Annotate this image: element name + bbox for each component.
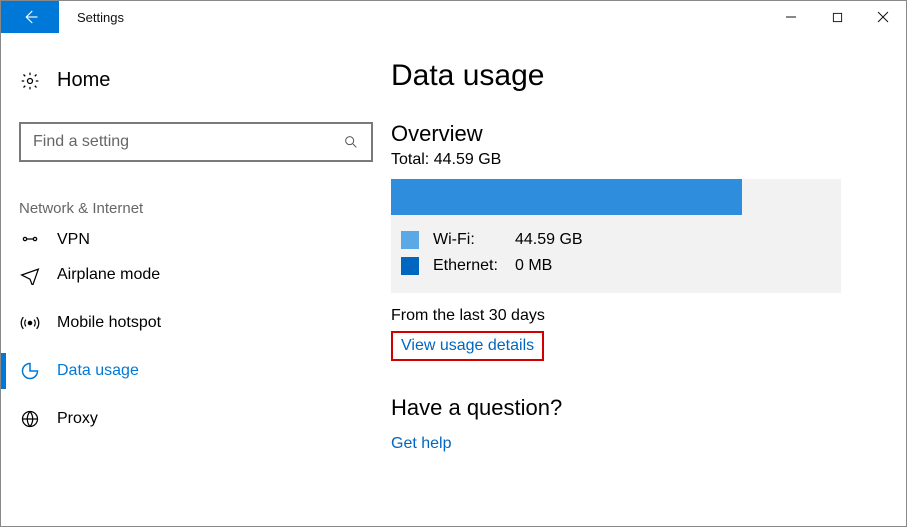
- gear-icon: [19, 71, 41, 91]
- sidebar-item-label: Mobile hotspot: [41, 314, 161, 332]
- search-icon: [341, 134, 361, 150]
- sidebar-item-data-usage[interactable]: Data usage: [1, 347, 391, 395]
- usage-bar-fill: [391, 179, 742, 215]
- sidebar-item-proxy[interactable]: Proxy: [1, 395, 391, 443]
- sidebar-item-label: Proxy: [41, 410, 98, 428]
- close-button[interactable]: [860, 1, 906, 33]
- sidebar-item-label: Data usage: [41, 362, 139, 380]
- view-usage-details-link[interactable]: View usage details: [401, 337, 534, 355]
- title-bar: Settings: [1, 1, 906, 33]
- content-panel: Data usage Overview Total: 44.59 GB Wi-F…: [391, 33, 906, 526]
- sidebar-item-airplane[interactable]: Airplane mode: [1, 251, 391, 299]
- minimize-button[interactable]: [768, 1, 814, 33]
- wifi-value: 44.59 GB: [515, 231, 583, 249]
- window-title: Settings: [59, 1, 124, 33]
- view-details-highlight: View usage details: [391, 331, 544, 361]
- sidebar-item-hotspot[interactable]: Mobile hotspot: [1, 299, 391, 347]
- legend-ethernet: Ethernet: 0 MB: [391, 253, 841, 279]
- wifi-swatch: [401, 231, 419, 249]
- total-line: Total: 44.59 GB: [391, 151, 876, 169]
- get-help-link[interactable]: Get help: [391, 435, 451, 453]
- ethernet-label: Ethernet:: [433, 257, 515, 275]
- proxy-icon: [19, 409, 41, 429]
- sidebar: Home Network & Internet VPN: [1, 33, 391, 526]
- usage-bar: [391, 179, 841, 215]
- usage-block: Wi-Fi: 44.59 GB Ethernet: 0 MB: [391, 179, 841, 293]
- maximize-button[interactable]: [814, 1, 860, 33]
- sidebar-item-label: VPN: [41, 231, 90, 249]
- ethernet-swatch: [401, 257, 419, 275]
- total-value: 44.59 GB: [434, 151, 502, 168]
- hotspot-icon: [19, 313, 41, 333]
- sidebar-item-label: Airplane mode: [41, 266, 160, 284]
- sidebar-category: Network & Internet: [1, 162, 391, 227]
- vpn-icon: [19, 229, 41, 249]
- airplane-icon: [19, 265, 41, 285]
- window-controls: [768, 1, 906, 33]
- home-nav[interactable]: Home: [1, 63, 391, 98]
- home-label: Home: [41, 69, 110, 92]
- total-label: Total:: [391, 151, 429, 168]
- search-box[interactable]: [19, 122, 373, 162]
- overview-heading: Overview: [391, 121, 876, 147]
- ethernet-value: 0 MB: [515, 257, 552, 275]
- data-usage-icon: [19, 361, 41, 381]
- legend-wifi: Wi-Fi: 44.59 GB: [391, 227, 841, 253]
- search-input[interactable]: [31, 132, 341, 152]
- question-heading: Have a question?: [391, 395, 876, 421]
- page-title: Data usage: [391, 59, 876, 93]
- period-text: From the last 30 days: [391, 307, 876, 325]
- back-button[interactable]: [1, 1, 59, 33]
- wifi-label: Wi-Fi:: [433, 231, 515, 249]
- sidebar-item-vpn[interactable]: VPN: [1, 227, 391, 251]
